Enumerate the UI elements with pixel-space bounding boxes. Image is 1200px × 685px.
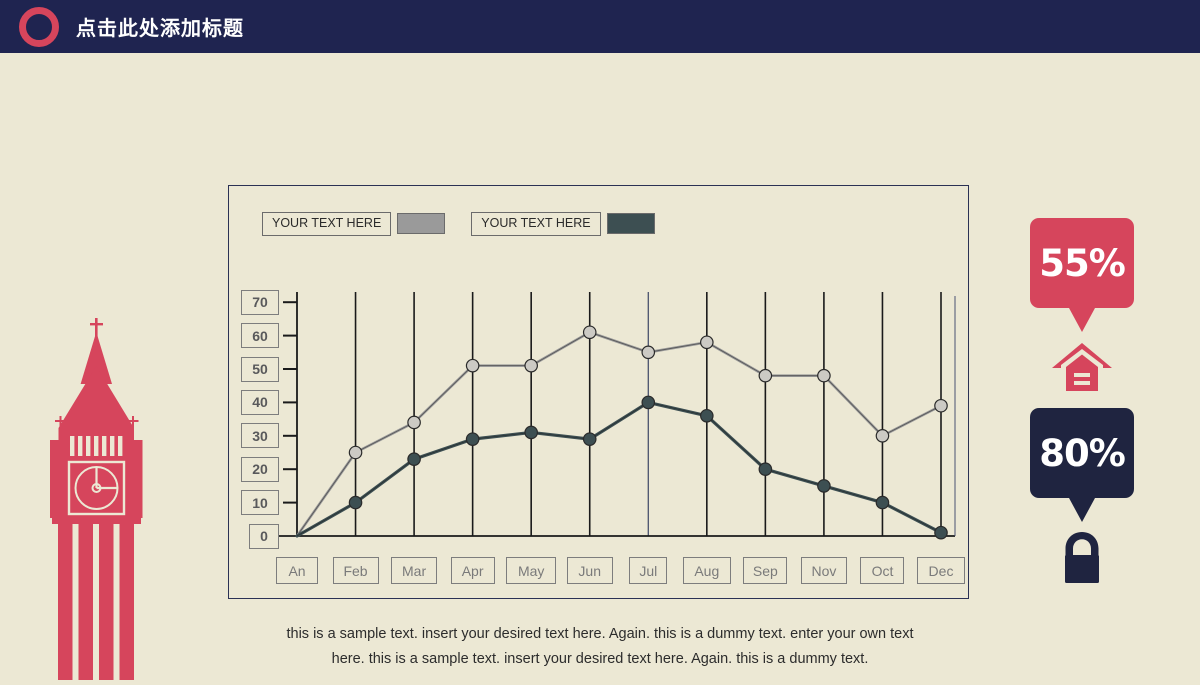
data-point [758,368,773,383]
callout-tail-55 [1069,308,1095,332]
data-point [700,335,714,350]
data-point [875,495,890,510]
caption-line-2: here. this is a sample text. insert your… [331,651,869,668]
page-title: 点击此处添加标题 [76,18,244,40]
x-axis-tick-aug: Aug [682,557,731,584]
data-point [582,432,597,446]
data-point [817,479,831,493]
data-point [348,445,363,460]
x-axis-tick-feb: Feb [332,557,379,584]
x-axis-tick-dec: Dec [917,557,965,584]
x-axis-tick-an: An [276,557,318,584]
data-point [758,462,773,476]
data-point [465,358,480,373]
x-axis-tick-may: May [506,557,557,584]
big-ben-tower-icon [38,318,156,680]
x-axis-tick-sep: Sep [743,557,788,584]
caption-line-1: this is a sample text. insert your desir… [286,626,914,642]
header-divider [0,53,1200,56]
x-axis-tick-nov: Nov [800,557,847,584]
ring-logo-icon [19,6,59,47]
data-point [817,368,831,383]
data-point [934,525,948,540]
data-point [934,398,948,413]
callout-55: 55% [1030,218,1134,398]
data-point [524,425,538,440]
callout-tail-80 [1069,498,1095,522]
data-point [524,358,538,373]
series-line [295,330,943,538]
chart-plot-area [229,186,970,600]
data-point [700,408,714,423]
home-icon [1030,341,1134,398]
lock-icon [1030,531,1134,588]
data-point [407,415,421,430]
data-point [875,429,890,443]
x-axis-labels: An Feb Mar Apr May Jun Jul Aug Sep Nov Oct Dec [229,557,970,587]
data-point [582,325,597,340]
callout-bubble-80: 80% [1030,408,1134,498]
x-axis-tick-mar: Mar [391,557,438,584]
app-header: 点击此处添加标题 [0,0,1200,53]
data-point [641,395,656,410]
caption-text: this is a sample text. insert your desir… [240,622,960,673]
x-axis-tick-jul: Jul [629,557,668,584]
data-point [407,452,421,466]
chart-container: YOUR TEXT HERE YOUR TEXT HERE 0 10 20 30 40 5… [228,185,969,599]
x-axis-tick-jun: Jun [566,557,613,584]
data-point [465,432,480,446]
data-point [641,345,656,360]
callout-80: 80% [1030,408,1134,588]
series-line [295,400,943,538]
x-axis-tick-oct: Oct [860,557,905,584]
data-point [348,495,363,510]
callout-bubble-55: 55% [1030,218,1134,308]
x-axis-tick-apr: Apr [450,557,495,584]
